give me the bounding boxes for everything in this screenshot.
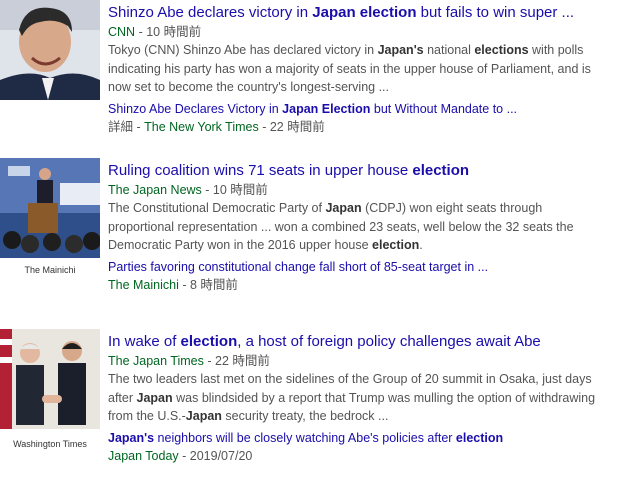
story-3-snippet: The two leaders last met on the sideline… (108, 372, 596, 423)
story-thumbnail-1[interactable] (0, 0, 100, 100)
story-1-headline[interactable]: Shinzo Abe declares victory in Japan ele… (108, 3, 618, 22)
details-link[interactable]: 詳細 - (108, 120, 144, 134)
press-conference-image (0, 158, 100, 258)
abe-photo-image (0, 0, 100, 100)
story-2-headline[interactable]: Ruling coalition wins 71 seats in upper … (108, 161, 618, 180)
story-1-snippet: Tokyo (CNN) Shinzo Abe has declared vict… (108, 43, 591, 94)
story-2-related-meta: The Mainichi - 8 時間前 (108, 277, 238, 292)
handshake-photo-image (0, 329, 100, 429)
story-2-image-caption: The Mainichi (24, 265, 76, 275)
story-2-meta: The Japan News - 10 時間前 (108, 182, 618, 199)
story-3-headline[interactable]: In wake of election, a host of foreign p… (108, 332, 618, 351)
story-1-publisher: CNN (108, 25, 136, 39)
story-2-related-link[interactable]: Parties favoring constitutional change f… (108, 259, 618, 276)
story-thumbnail-2[interactable]: The Mainichi (0, 158, 100, 276)
story-3-related-meta: Japan Today - 2019/07/20 (108, 448, 253, 463)
story-1-related-link[interactable]: Shinzo Abe Declares Victory in Japan Ele… (108, 101, 618, 118)
story-2-time: - 10 時間前 (201, 183, 268, 197)
story-3-meta: The Japan Times - 22 時間前 (108, 353, 618, 370)
story-3-publisher: The Japan Times (108, 354, 204, 368)
story-thumbnail-3[interactable]: Washington Times (0, 329, 100, 451)
story-2-publisher: The Japan News (108, 183, 202, 197)
story-1-meta: CNN - 10 時間前 (108, 24, 618, 41)
story-1-time: - 10 時間前 (135, 25, 202, 39)
story-1-related-meta: 詳細 - The New York Times - 22 時間前 (108, 119, 325, 134)
story-3-image-caption: Washington Times (13, 439, 87, 449)
story-3-time: - 22 時間前 (203, 354, 270, 368)
story-2-snippet: The Constitutional Democratic Party of J… (108, 201, 574, 252)
story-3-related-link[interactable]: Japan's neighbors will be closely watchi… (108, 430, 618, 447)
